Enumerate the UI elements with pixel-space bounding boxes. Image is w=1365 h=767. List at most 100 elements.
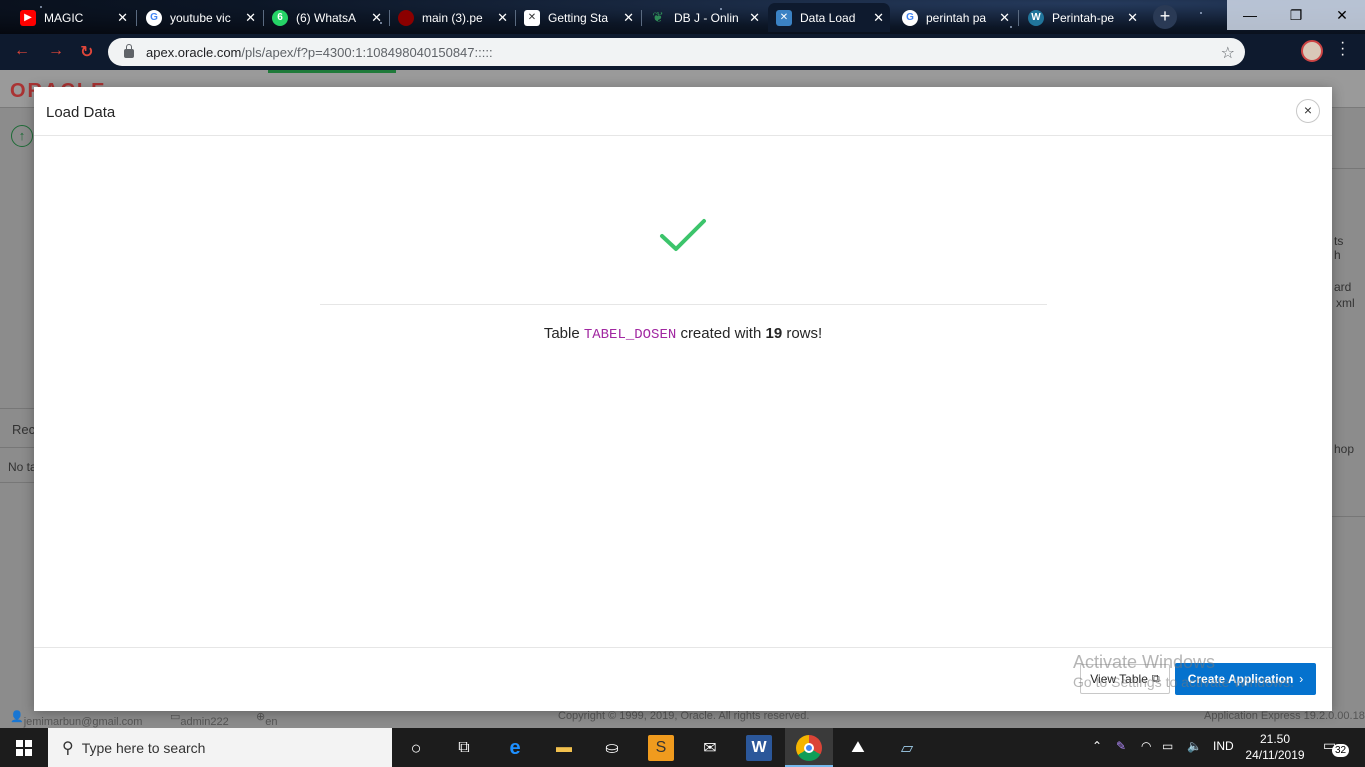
windows-logo-icon xyxy=(16,739,32,756)
browser-menu-icon[interactable]: · · · xyxy=(1340,35,1345,63)
browser-tab[interactable]: ❦ DB J - Onlin ✕ xyxy=(642,3,766,32)
upload-icon: ↑ xyxy=(11,125,33,147)
footer-language-code: en xyxy=(265,716,278,728)
footer-email: jemimarbun@gmail.com xyxy=(23,716,143,728)
browser-tab[interactable]: ✕ Getting Sta ✕ xyxy=(516,3,640,32)
start-button[interactable] xyxy=(0,728,48,767)
mail-icon[interactable]: ✉ xyxy=(697,735,723,761)
divider xyxy=(1332,516,1365,517)
pen-icon[interactable]: ✎ xyxy=(1116,739,1126,753)
back-arrow-icon[interactable]: ← xyxy=(14,42,30,60)
google-icon: G xyxy=(146,9,162,26)
notifications-icon[interactable]: ▭ 32 xyxy=(1323,737,1350,757)
word-icon[interactable]: W xyxy=(746,735,772,761)
load-data-dialog: Load Data × Table TABEL_DOSEN created wi… xyxy=(34,87,1332,711)
minimize-window-button[interactable]: — xyxy=(1227,0,1273,30)
region-heading: Rec xyxy=(12,422,36,437)
close-tab-icon[interactable]: ✕ xyxy=(623,10,634,26)
browser-tab[interactable]: W Perintah-pe ✕ xyxy=(1020,3,1144,32)
watermark-title: Activate Windows xyxy=(1073,652,1216,672)
success-check-icon xyxy=(660,219,706,251)
dialog-footer-divider xyxy=(34,647,1332,648)
search-placeholder: Type here to search xyxy=(81,739,206,756)
message-prefix: Table xyxy=(543,325,580,342)
browser-tab-label: DB J - Onlin xyxy=(674,10,739,25)
edge-icon[interactable]: e xyxy=(502,735,528,761)
close-tab-icon[interactable]: ✕ xyxy=(1127,10,1138,26)
divider xyxy=(0,447,34,448)
clock-time: 21.50 xyxy=(1259,732,1291,746)
volume-icon[interactable]: 🔈 xyxy=(1187,739,1202,753)
browser-tab-label: Data Load xyxy=(800,10,856,25)
browser-tab-strip: ▶ MAGIC ✕ G youtube vic ✕ 6 (6) WhatsA ✕… xyxy=(0,0,1365,34)
lock-icon xyxy=(124,44,134,58)
background-star xyxy=(1200,12,1202,14)
browser-tab[interactable]: ▶ MAGIC ✕ xyxy=(12,3,134,32)
browser-tab-label: main (3).pe xyxy=(422,10,483,25)
footer-copyright: Copyright © 1999, 2019, Oracle. All righ… xyxy=(558,710,810,722)
whatsapp-icon: 6 xyxy=(272,9,288,26)
close-tab-icon[interactable]: ✕ xyxy=(749,10,760,26)
activate-windows-watermark: Activate Windows Go to Settings to activ… xyxy=(1073,652,1294,692)
browser-toolbar: ← → ↻ apex.oracle.com /pls/apex/f?p=4300… xyxy=(0,34,1365,70)
close-tab-icon[interactable]: ✕ xyxy=(497,10,508,26)
browser-tab-label: MAGIC xyxy=(44,10,84,25)
row-count: 19 xyxy=(765,325,783,342)
close-tab-icon[interactable]: ✕ xyxy=(117,10,128,26)
active-nav-indicator xyxy=(268,70,396,73)
apex-icon: ✕ xyxy=(776,9,792,26)
cortana-icon[interactable]: ○ xyxy=(403,735,429,761)
sublime-text-icon[interactable]: S xyxy=(648,735,674,761)
divider xyxy=(1332,168,1365,169)
bookmark-star-icon[interactable]: ☆ xyxy=(1221,43,1235,63)
dialog-close-button[interactable]: × xyxy=(1296,99,1320,123)
battery-icon[interactable]: ▭ xyxy=(1162,739,1173,753)
footer-user: 👤 jemimarbun@gmail.com xyxy=(10,711,143,728)
browser-tab-label: youtube vic xyxy=(170,10,231,25)
notepad-icon[interactable]: ▱ xyxy=(894,735,920,761)
side-text: h xyxy=(1334,248,1341,262)
show-hidden-icons[interactable]: ⌃ xyxy=(1092,739,1102,753)
empty-table-text: No ta xyxy=(8,460,37,474)
wifi-icon[interactable]: ◠ xyxy=(1141,739,1151,753)
browser-tab-label: (6) WhatsA xyxy=(296,10,357,25)
taskbar-clock[interactable]: 21.50 24/11/2019 xyxy=(1245,731,1305,763)
browser-tab[interactable]: main (3).pe ✕ xyxy=(390,3,514,32)
google-icon: G xyxy=(902,9,918,26)
leaf-icon: ❦ xyxy=(652,9,664,25)
store-icon[interactable]: ⛀ xyxy=(599,735,625,761)
chevron-right-icon: › xyxy=(1299,672,1304,686)
footer-workspace: ▭ admin222 xyxy=(170,711,229,728)
profile-avatar[interactable] xyxy=(1301,40,1323,62)
photos-icon[interactable]: ⛰ xyxy=(845,735,871,761)
close-tab-icon[interactable]: ✕ xyxy=(999,10,1010,26)
dialog-content-divider xyxy=(320,304,1047,305)
close-tab-icon[interactable]: ✕ xyxy=(371,10,382,26)
browser-tab[interactable]: G perintah pa ✕ xyxy=(894,3,1016,32)
youtube-icon: ▶ xyxy=(20,9,36,26)
taskbar-search-box[interactable]: ⚲ Type here to search xyxy=(48,728,392,767)
close-window-button[interactable]: ✕ xyxy=(1319,0,1365,30)
message-middle: created with xyxy=(680,325,762,342)
side-text: hop xyxy=(1334,442,1355,456)
browser-tab[interactable]: 6 (6) WhatsA ✕ xyxy=(264,3,388,32)
chrome-icon[interactable] xyxy=(796,735,822,761)
browser-tab-active[interactable]: ✕ Data Load ✕ xyxy=(768,3,890,32)
browser-tab[interactable]: G youtube vic ✕ xyxy=(138,3,262,32)
browser-tab-label: Getting Sta xyxy=(548,10,609,25)
maximize-window-button[interactable]: ❐ xyxy=(1273,0,1319,30)
file-explorer-icon[interactable]: ▬ xyxy=(551,735,577,761)
footer-version: Application Express 19.2.0.00.18 xyxy=(1204,710,1365,722)
watermark-subtitle: Go to Settings to activate Windows. xyxy=(1073,674,1294,690)
close-tab-icon[interactable]: ✕ xyxy=(873,10,884,26)
new-tab-button[interactable]: + xyxy=(1153,5,1177,29)
footer-workspace-name: admin222 xyxy=(180,716,229,728)
reload-icon[interactable]: ↻ xyxy=(80,42,93,62)
success-message: Table TABEL_DOSEN created with 19 rows! xyxy=(34,325,1332,343)
forward-arrow-icon[interactable]: → xyxy=(48,42,64,60)
close-tab-icon[interactable]: ✕ xyxy=(245,10,256,26)
address-bar[interactable]: apex.oracle.com /pls/apex/f?p=4300:1:108… xyxy=(108,38,1245,66)
windows-taskbar: ⚲ Type here to search ○ ⧉ e ▬ ⛀ S ✉ W ⛰ … xyxy=(0,728,1365,767)
input-language[interactable]: IND xyxy=(1213,739,1234,753)
task-view-icon[interactable]: ⧉ xyxy=(451,735,477,761)
